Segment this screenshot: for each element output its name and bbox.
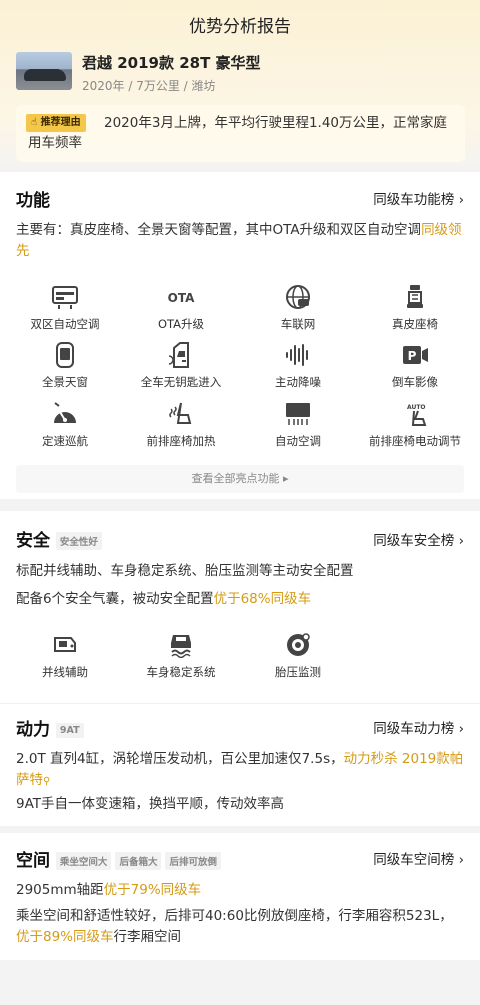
auto-ac-icon	[286, 403, 310, 425]
cruise-control-icon	[54, 402, 76, 423]
climate-control-icon	[52, 286, 78, 309]
noise-cancel-icon	[286, 344, 308, 366]
feature-item[interactable]: 全景天窗	[5, 342, 125, 390]
chevron-right-icon: ›	[458, 533, 464, 549]
feature-item[interactable]: 真皮座椅	[355, 284, 475, 332]
features-rank-link[interactable]: 同级车功能榜 ›	[373, 188, 464, 208]
safety-item[interactable]: 并线辅助	[5, 632, 125, 680]
space-chip: 乘坐空间大	[55, 852, 112, 870]
power-card: 动力 9AT 同级车动力榜 › 2.0T 直列4缸，涡轮增压发动机，百公里加速仅…	[0, 703, 480, 826]
safety-rank-link[interactable]: 同级车安全榜 ›	[373, 529, 464, 549]
features-title: 功能	[16, 191, 50, 211]
space-card: 空间 乘坐空间大 后备箱大 后排可放倒 同级车空间榜 › 2905mm轴距优于79%…	[0, 833, 480, 960]
tire-pressure-icon	[287, 633, 310, 656]
safety-card: 安全 安全性好 同级车安全榜 › 标配并线辅助、车身稳定系统、胎压监测等主动安全…	[0, 511, 480, 704]
feature-item[interactable]: OTA OTA升级	[121, 284, 241, 332]
car-name: 君越 2019款 28T 豪华型	[82, 54, 261, 72]
chevron-right-icon: ›	[458, 721, 464, 737]
safety-title: 安全 安全性好	[16, 526, 106, 551]
safety-chip: 安全性好	[55, 532, 102, 550]
feature-item[interactable]: 双区自动空调	[5, 284, 125, 332]
power-title: 动力 9AT	[16, 715, 88, 740]
thumb-up-icon: ☝	[31, 117, 38, 128]
features-summary: 主要有：真皮座椅、全景天窗等配置，其中OTA升级和双区自动空调同级领先	[16, 222, 462, 259]
svg-text:OTA: OTA	[168, 291, 195, 305]
power-line-1: 2.0T 直列4缸，涡轮增压发动机，百公里加速仅7.5s，动力秒杀 2019款帕…	[16, 751, 464, 788]
feature-item[interactable]: 主动降噪	[238, 342, 358, 390]
caret-right-icon: ▸	[282, 472, 289, 485]
safety-item[interactable]: 车身稳定系统	[121, 632, 241, 680]
feature-item[interactable]: 自动空调	[238, 401, 358, 449]
ota-icon: OTA	[168, 291, 195, 305]
svg-text:AUTO: AUTO	[407, 404, 426, 411]
recommend-reason-box: 2020年3月上牌，年平均行驶里程1.40万公里，正常家庭用车频率 ☝ 推荐理由	[16, 105, 465, 162]
feature-item[interactable]: AUTO 前排座椅电动调节	[355, 401, 475, 449]
safety-line-2: 配备6个安全气囊，被动安全配置优于68%同级车	[16, 591, 312, 607]
features-card: 功能 同级车功能榜 › 主要有：真皮座椅、全景天窗等配置，其中OTA升级和双区自…	[0, 172, 480, 499]
space-chip: 后排可放倒	[165, 852, 221, 870]
search-icon[interactable]: ⚲	[43, 776, 50, 787]
reverse-camera-icon: P	[403, 346, 428, 364]
space-title: 空间 乘坐空间大 后备箱大 后排可放倒	[16, 846, 225, 871]
seat-heating-icon	[169, 402, 192, 424]
car-thumbnail[interactable]	[16, 52, 72, 90]
power-line-2: 9AT手自一体变速箱，换挡平顺，传动效率高	[16, 796, 285, 812]
feature-item[interactable]: 前排座椅加热	[121, 401, 241, 449]
chevron-right-icon: ›	[458, 852, 464, 868]
leather-seat-icon	[407, 285, 423, 308]
stability-control-icon	[171, 635, 191, 658]
power-chip: 9AT	[55, 722, 84, 738]
car-meta: 2020年 / 7万公里 / 潍坊	[82, 79, 216, 93]
power-seat-icon: AUTO	[407, 404, 427, 426]
lane-assist-icon	[54, 637, 76, 652]
feature-item[interactable]: 全车无钥匙进入	[121, 342, 241, 390]
feature-item[interactable]: 车联网	[238, 284, 358, 332]
chevron-right-icon: ›	[458, 192, 464, 208]
power-rank-link[interactable]: 同级车动力榜 ›	[373, 717, 464, 737]
view-all-features-button[interactable]: 查看全部亮点功能 ▸	[16, 465, 464, 493]
panoramic-sunroof-icon	[56, 342, 74, 368]
page-title: 优势分析报告	[189, 17, 291, 37]
svg-text:P: P	[408, 349, 417, 363]
space-line-1: 2905mm轴距优于79%同级车	[16, 882, 202, 898]
space-rank-link[interactable]: 同级车空间榜 ›	[373, 848, 464, 868]
feature-item[interactable]: P 倒车影像	[355, 342, 475, 390]
reason-text: 2020年3月上牌，年平均行驶里程1.40万公里，正常家庭用车频率	[28, 115, 448, 151]
space-chip: 后备箱大	[115, 852, 162, 870]
connected-car-icon	[286, 285, 310, 309]
safety-item[interactable]: 胎压监测	[238, 632, 358, 680]
safety-line-1: 标配并线辅助、车身稳定系统、胎压监测等主动安全配置	[16, 563, 354, 579]
space-line-2: 乘坐空间和舒适性较好，后排可40:60比例放倒座椅，行李厢容积523L，优于89…	[16, 908, 453, 945]
reason-tag: ☝ 推荐理由	[26, 114, 86, 132]
feature-item[interactable]: 定速巡航	[5, 401, 125, 449]
keyless-entry-icon	[168, 342, 189, 368]
